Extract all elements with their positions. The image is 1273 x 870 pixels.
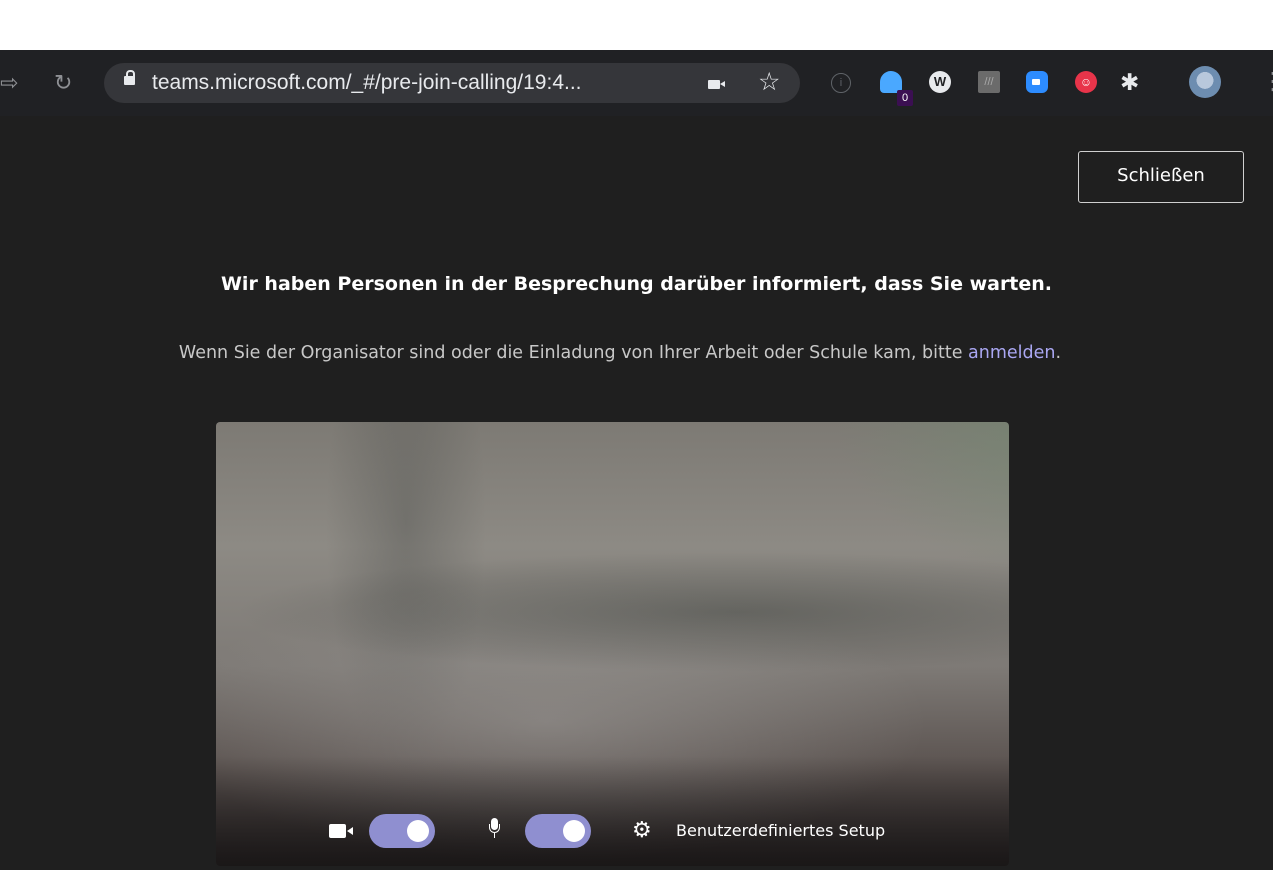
w-extension-icon[interactable]: W [929,71,951,93]
bookmark-star-icon[interactable]: ☆ [758,68,780,96]
extension-badge: 0 [897,90,913,106]
close-button[interactable]: Schließen [1078,151,1244,203]
red-extension-icon[interactable]: ☺ [1075,71,1097,93]
url-text[interactable]: teams.microsoft.com/_#/pre-join-calling/… [152,70,582,96]
waiting-headline: Wir haben Personen in der Besprechung da… [220,273,1053,295]
sign-in-link[interactable]: anmelden [968,343,1055,363]
custom-setup-button[interactable]: Benutzerdefiniertes Setup [676,820,885,842]
camera-preview [216,422,1009,866]
tab-strip [0,40,1273,50]
camera-toggle[interactable] [369,814,435,848]
gear-icon[interactable]: ⚙ [632,817,652,843]
reload-icon[interactable]: ↻ [54,70,72,96]
extensions-puzzle-icon[interactable]: ✱ [1120,68,1139,96]
lock-icon[interactable] [124,70,135,85]
microphone-toggle-knob [563,820,585,842]
zoom-extension-icon[interactable] [1026,71,1048,93]
forward-icon[interactable]: ⇨ [0,70,20,96]
browser-menu-icon[interactable]: ⋮ [1261,68,1273,96]
profile-avatar[interactable] [1189,66,1221,98]
camera-icon [329,824,353,838]
camera-in-use-icon[interactable] [708,80,725,89]
organizer-hint: Wenn Sie der Organisator sind oder die E… [0,339,1240,367]
camera-toggle-knob [407,820,429,842]
microphone-icon [489,818,500,838]
preview-shade [216,756,1009,866]
striped-extension-icon[interactable]: /// [978,71,1000,93]
organizer-hint-text: Wenn Sie der Organisator sind oder die E… [178,343,969,363]
microphone-toggle[interactable] [525,814,591,848]
info-icon[interactable]: i [831,73,851,93]
organizer-hint-end: . [1055,343,1062,363]
